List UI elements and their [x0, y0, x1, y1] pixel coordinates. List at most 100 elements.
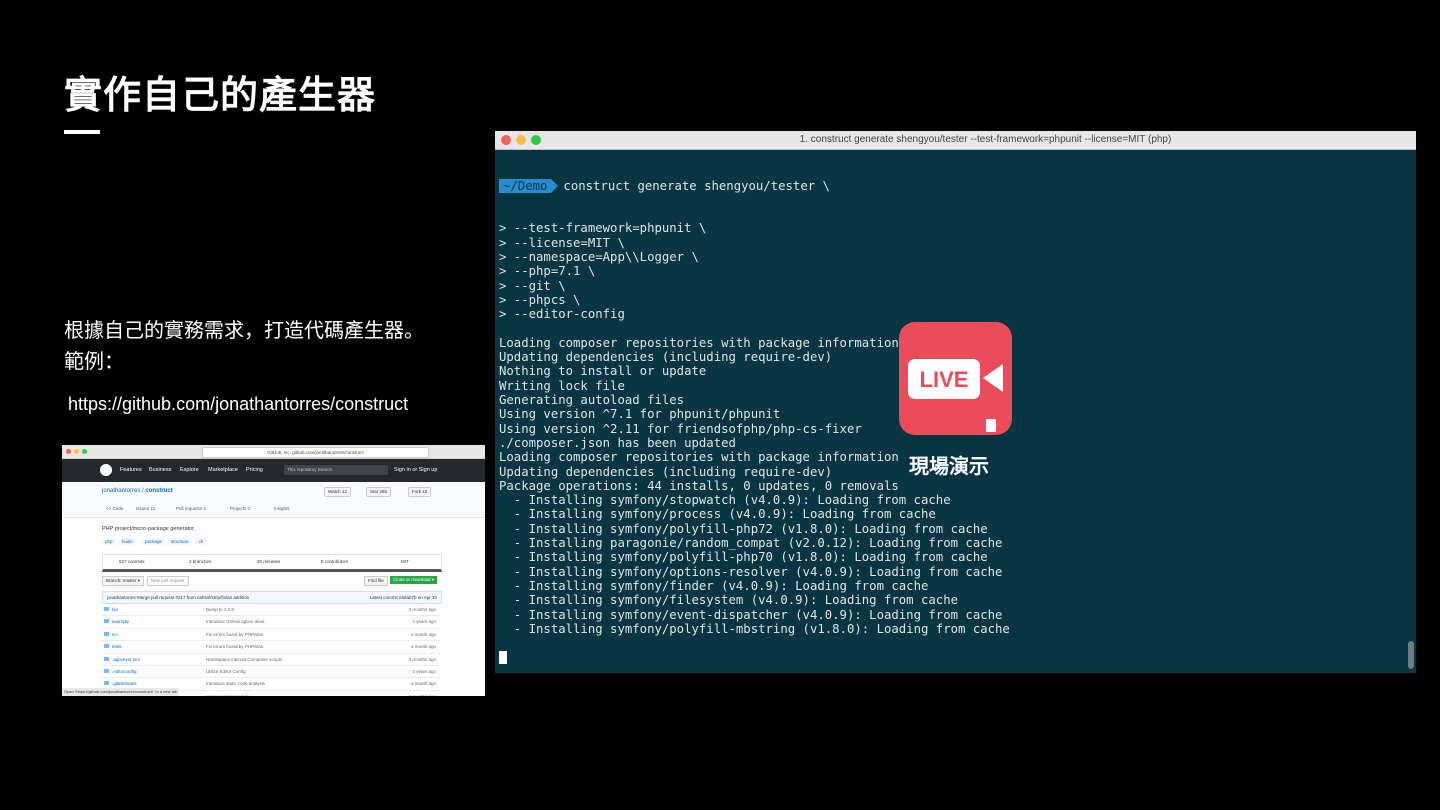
file-commit-message[interactable]: Ignore composer.lock: [206, 694, 249, 696]
file-row[interactable]: tests Fix errors found by PHPStan. a month…: [102, 641, 440, 654]
file-time: a month ago: [410, 644, 436, 650]
watch-label: Watch: [328, 489, 341, 494]
file-time: a month ago: [410, 631, 436, 637]
tab-issues[interactable]: Issues 12: [136, 506, 155, 511]
topic-tag[interactable]: boiler: [119, 538, 137, 545]
stat-contributors[interactable]: 8 contributors: [321, 559, 348, 564]
terminal-line: - Installing symfony/polyfill-php72 (v1.…: [499, 521, 988, 536]
file-name[interactable]: .editorconfig: [112, 669, 137, 674]
tab-projects[interactable]: Projects 0: [230, 506, 250, 511]
repo-title: jonathantorres / construct: [102, 488, 173, 494]
terminal-line: > --namespace=App\\Logger \: [499, 250, 699, 265]
camera-icon: [983, 364, 1003, 392]
prompt-line: ~/Demo construct generate shengyou/tester…: [499, 178, 1404, 193]
search-placeholder: Search: [317, 467, 333, 472]
file-row[interactable]: .appveyor.yml Namespace internal Composer…: [102, 654, 440, 666]
fork-label: Fork: [412, 489, 421, 494]
repo-owner[interactable]: jonathantorres: [102, 488, 140, 494]
github-logo-icon[interactable]: [100, 464, 112, 476]
terminal-line: - Installing symfony/polyfill-mbstring (…: [499, 621, 1010, 636]
stat-commits[interactable]: 627 commits: [119, 559, 145, 564]
file-commit-message[interactable]: Fix errors found by PHPStan.: [206, 644, 265, 649]
file-time: 3 months ago: [408, 607, 436, 612]
tab-code[interactable]: <> Code: [106, 506, 123, 511]
terminal-line: > --license=MIT \: [499, 235, 625, 250]
file-time: 2 years ago: [412, 668, 436, 674]
nav-explore[interactable]: Explore: [180, 467, 199, 473]
tab-pull-requests[interactable]: Pull requests 4: [176, 506, 206, 511]
text-cursor: [499, 651, 507, 665]
status-bar: Open "https://github.com/jonathantorres/…: [62, 688, 180, 696]
commit-meta: Latest commit ea5ab7b on Apr 10: [369, 595, 437, 600]
file-row[interactable]: src Fix errors found by PHPStan. a month a…: [102, 629, 440, 642]
watch-button[interactable]: Watch 12: [324, 487, 351, 497]
terminal-line: > --test-framework=phpunit \: [499, 221, 707, 236]
terminal-line: - Installing symfony/process (v4.0.9): L…: [499, 507, 936, 522]
file-name[interactable]: bin: [112, 607, 118, 612]
terminal-line: > --phpcs \: [499, 292, 581, 307]
file-commit-message[interactable]: Bump to 2.0.0: [206, 607, 234, 612]
minimize-dot-icon: [74, 449, 79, 454]
stat-releases[interactable]: 30 releases: [257, 559, 280, 564]
file-name[interactable]: src: [112, 632, 118, 637]
commit-message[interactable]: jonathantorres Merge pull request #217 f…: [107, 595, 249, 600]
file-row[interactable]: .editorconfig Utilize Editor Config. 2 yea…: [102, 666, 440, 679]
fork-button[interactable]: Fork 15: [408, 487, 432, 497]
file-row[interactable]: bin Bump to 2.0.0 3 months ago: [102, 604, 440, 617]
star-button[interactable]: Star 265: [366, 487, 392, 497]
file-name[interactable]: .gitattributes: [112, 681, 137, 686]
search-input[interactable]: This repository Search: [284, 465, 388, 475]
repo-url-link[interactable]: https://github.com/jonathantorres/constr…: [68, 394, 408, 415]
file-name[interactable]: .appveyor.yml: [112, 657, 140, 662]
nav-features[interactable]: Features: [120, 467, 142, 473]
file-commit-message[interactable]: Namespace internal Composer scripts: [206, 657, 282, 662]
terminal-line: - Installing symfony/options-resolver (v…: [499, 564, 1003, 579]
new-pr-button[interactable]: New pull request: [147, 576, 189, 586]
find-file-button[interactable]: Find file: [364, 576, 388, 586]
latest-commit-bar: jonathantorres Merge pull request #217 f…: [102, 591, 442, 604]
slide-description: 根據自己的實務需求，打造代碼產生器。 範例：: [64, 315, 424, 377]
file-commit-message[interactable]: Introduce static code analysis.: [206, 681, 266, 686]
file-name[interactable]: tests: [112, 644, 122, 649]
file-icon: [104, 631, 109, 636]
description-line-2: 範例：: [64, 349, 124, 373]
topic-tag[interactable]: cli: [196, 538, 207, 545]
tab-insights[interactable]: Insights: [274, 506, 290, 511]
terminal-line: - Installing symfony/filesystem (v4.0.9)…: [499, 593, 959, 608]
file-row[interactable]: example Introduce GitHub option alias. 2 y…: [102, 616, 440, 629]
prompt-command: construct generate shengyou/tester \: [563, 178, 830, 193]
prompt-dir: ~/Demo: [499, 178, 559, 193]
file-commit-message[interactable]: Utilize Editor Config.: [206, 669, 247, 674]
repo-header: jonathantorres / construct Watch 12 Star…: [62, 482, 485, 518]
description-line-1: 根據自己的實務需求，打造代碼產生器。: [64, 318, 424, 342]
file-time: 4 months ago: [409, 694, 436, 696]
live-logo-text: LIVE: [919, 367, 969, 392]
file-commit-message[interactable]: Introduce GitHub option alias.: [206, 619, 265, 624]
topic-tag[interactable]: package: [142, 538, 166, 545]
nav-marketplace[interactable]: Marketplace: [208, 467, 238, 473]
stat-license[interactable]: MIT: [401, 559, 409, 564]
address-bar[interactable]: GitHub, Inc. github.com/jonathantorres/c…: [202, 447, 429, 458]
github-screenshot: GitHub, Inc. github.com/jonathantorres/c…: [62, 445, 485, 696]
terminal-scrollbar[interactable]: [1408, 641, 1414, 669]
live-text-box: LIVE: [908, 359, 980, 399]
close-dot-icon: [66, 449, 71, 454]
nav-pricing[interactable]: Pricing: [246, 467, 263, 473]
nav-business[interactable]: Business: [149, 467, 171, 473]
terminal-titlebar: 1. construct generate shengyou/tester --…: [495, 131, 1416, 150]
stat-branches[interactable]: 2 branches: [189, 559, 211, 564]
file-icon: [104, 644, 109, 649]
signin-link[interactable]: Sign in or Sign up: [394, 467, 437, 473]
zoom-dot-icon: [82, 449, 87, 454]
file-name[interactable]: example: [112, 619, 129, 624]
title-underline: [64, 130, 100, 134]
slide-title: 實作自己的產生器: [64, 73, 377, 117]
clone-button[interactable]: Clone or download ▾: [390, 576, 438, 584]
file-commit-message[interactable]: Fix errors found by PHPStan.: [206, 632, 265, 637]
topic-tag[interactable]: structure: [168, 538, 192, 545]
branch-select[interactable]: Branch: master ▾: [102, 576, 145, 586]
repo-name[interactable]: construct: [145, 488, 172, 494]
topic-tag[interactable]: php: [102, 538, 116, 545]
terminal-line: > --php=7.1 \: [499, 264, 596, 279]
